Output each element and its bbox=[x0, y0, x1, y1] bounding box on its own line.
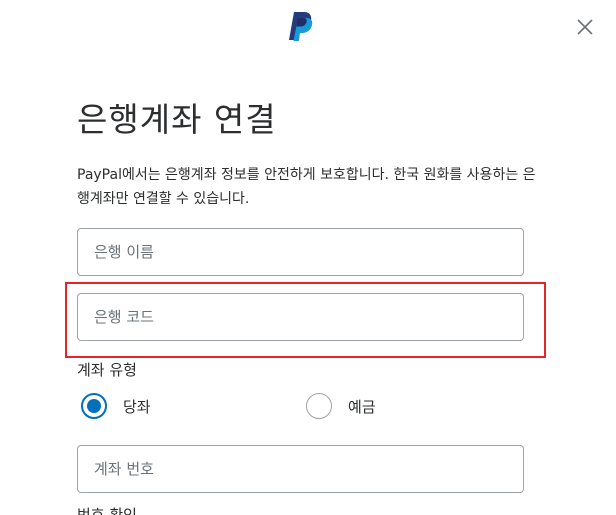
bank-name-input[interactable] bbox=[77, 228, 524, 276]
radio-savings-label: 예금 bbox=[348, 397, 376, 416]
radio-unchecked-icon[interactable] bbox=[306, 393, 332, 419]
page-title: 은행계좌 연결 bbox=[77, 100, 277, 139]
confirm-number-label: 번호 확인 bbox=[77, 506, 137, 515]
radio-checking-label: 당좌 bbox=[123, 397, 151, 416]
bank-code-input[interactable] bbox=[77, 293, 524, 341]
account-number-input[interactable] bbox=[77, 445, 524, 493]
account-type-label: 계좌 유형 bbox=[77, 361, 137, 379]
connect-bank-dialog: 은행계좌 연결 PayPal에서는 은행계좌 정보를 안전하게 보호합니다. 한… bbox=[0, 0, 616, 515]
close-icon[interactable] bbox=[574, 16, 596, 38]
description-text: PayPal에서는 은행계좌 정보를 안전하게 보호합니다. 한국 원화를 사용… bbox=[77, 167, 536, 207]
radio-savings[interactable]: 예금 bbox=[306, 393, 376, 419]
paypal-logo-icon bbox=[289, 12, 313, 41]
radio-checking[interactable]: 당좌 bbox=[81, 393, 151, 419]
radio-checked-icon[interactable] bbox=[81, 393, 107, 419]
